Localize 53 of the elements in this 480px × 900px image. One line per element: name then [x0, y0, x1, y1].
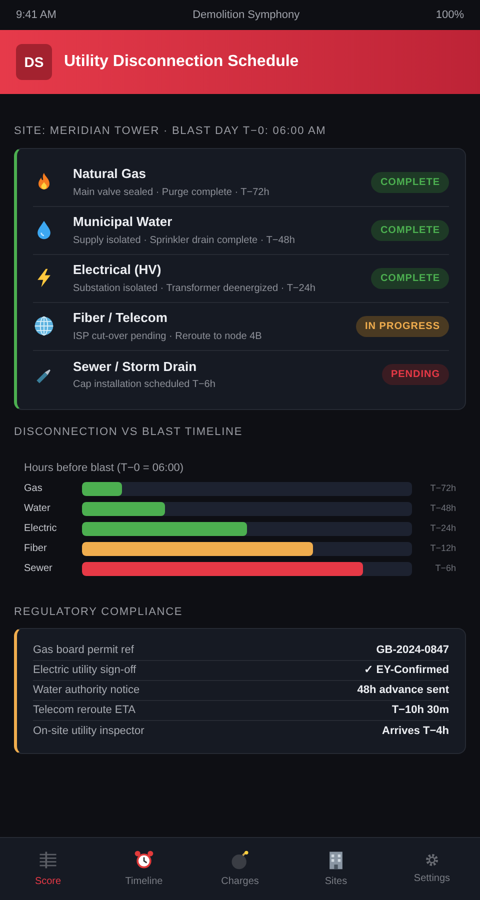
status-badge: COMPLETE: [371, 220, 449, 240]
status-time: 9:41 AM: [16, 8, 56, 23]
compliance-value: 48h advance sent: [357, 683, 449, 698]
compliance-value: GB-2024-0847: [376, 643, 449, 658]
compliance-label: Gas board permit ref: [33, 643, 134, 658]
compliance-label: On-site utility inspector: [33, 724, 144, 739]
status-badge: COMPLETE: [371, 172, 449, 192]
tab-item[interactable]: Settings: [384, 838, 480, 900]
tab-item[interactable]: Sites: [288, 838, 384, 900]
compliance-value: T−10h 30m: [392, 703, 449, 718]
bar-label: Gas: [24, 482, 44, 496]
bar-label: Water: [24, 502, 52, 516]
app-logo: DS: [16, 44, 52, 80]
utility-detail: Substation isolated · Transformer deenergized · T−24h: [73, 282, 316, 296]
tab-item[interactable]: Score: [0, 838, 96, 900]
section-heading: DISCONNECTION VS BLAST TIMELINE: [14, 424, 244, 440]
utility-name: Sewer / Storm Drain: [73, 358, 198, 376]
section-heading: REGULATORY COMPLIANCE: [14, 604, 184, 620]
tab-item[interactable]: Charges: [192, 838, 288, 900]
bar-reading: T−24h: [429, 522, 456, 535]
globe-icon: [33, 315, 55, 337]
utility-name: Municipal Water: [73, 213, 174, 232]
bar-reading: T−48h: [429, 502, 456, 515]
compliance-label: Electric utility sign-off: [33, 663, 136, 678]
bar-label: Sewer: [24, 562, 54, 576]
bar-label: Fiber: [24, 542, 48, 556]
alarm-clock-icon: [133, 849, 155, 871]
utility-detail: Supply isolated · Sprinkler drain complete · T−48h: [73, 234, 296, 248]
bar-reading: T−6h: [434, 562, 456, 575]
utility-detail: Cap installation scheduled T−6h: [73, 378, 216, 392]
bar-reading: T−72h: [429, 482, 456, 495]
status-badge: COMPLETE: [371, 268, 449, 288]
battery-level: 100%: [436, 8, 464, 23]
compliance-label: Water authority notice: [33, 683, 140, 698]
bar-label: Electric: [24, 522, 58, 536]
bar-reading: T−12h: [429, 542, 456, 555]
status-badge: IN PROGRESS: [356, 316, 449, 336]
compliance-value: Arrives T−4h: [382, 724, 449, 739]
utility-detail: ISP cut-over pending · Reroute to node 4B: [73, 330, 263, 344]
section-heading: SITE: MERIDIAN TOWER · BLAST DAY T−0: 06:00 AM: [14, 124, 328, 139]
utility-name: Fiber / Telecom: [73, 309, 168, 328]
status-badge: PENDING: [382, 364, 449, 385]
page-title: Utility Disconnection Schedule: [64, 52, 299, 72]
chart-subtitle: Hours before blast (T−0 = 06:00): [24, 461, 185, 476]
utility-name: Natural Gas: [73, 165, 147, 184]
utility-name: Electrical (HV): [73, 261, 162, 280]
bomb-icon: [229, 849, 251, 871]
app-title: Demolition Symphony: [192, 8, 300, 23]
utility-detail: Main valve sealed · Purge complete · T−72h: [73, 186, 270, 200]
tab-item[interactable]: Timeline: [96, 838, 192, 900]
settings-icon: [424, 852, 440, 868]
compliance-value: ✓ EY-Confirmed: [364, 663, 449, 678]
compliance-label: Telecom reroute ETA: [33, 703, 136, 718]
